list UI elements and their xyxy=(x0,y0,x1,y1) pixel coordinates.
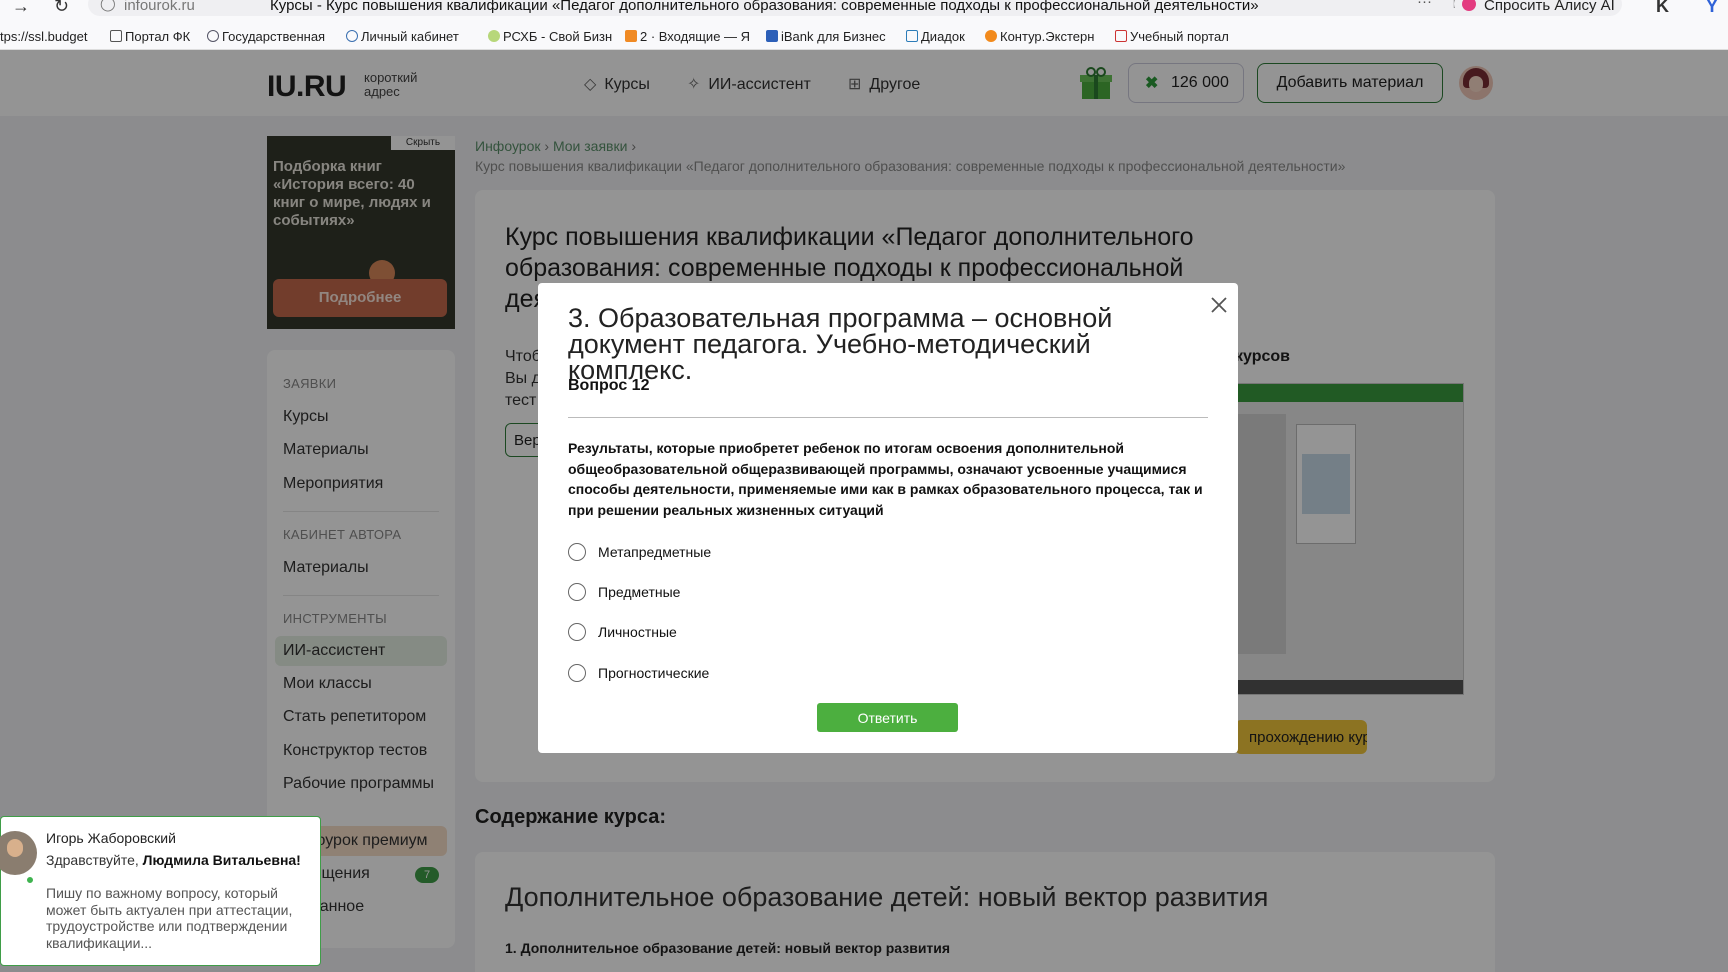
bookmark-item[interactable]: РСХБ - Свой Бизн xyxy=(488,29,612,44)
modal-title: 3. Образовательная программа – основной … xyxy=(568,303,1113,385)
question-text: Результаты, которые приобретет ребенок п… xyxy=(568,440,1203,518)
chat-sender-name: Игорь Жаборовский xyxy=(46,830,176,846)
chat-message: Пишу по важному вопросу, который может б… xyxy=(46,885,293,951)
diadoc-icon xyxy=(906,30,918,42)
answer-option-label: Личностные xyxy=(598,624,677,640)
submit-answer-button[interactable]: Ответить xyxy=(817,703,958,732)
chat-popup[interactable]: Игорь Жаборовский Здравствуйте, Людмила … xyxy=(0,816,321,966)
globe-icon xyxy=(346,30,358,42)
answer-option-label: Прогностические xyxy=(598,665,710,681)
kontur-icon xyxy=(985,30,997,42)
radio-button[interactable] xyxy=(568,583,586,601)
ibank-icon xyxy=(766,30,778,42)
page-icon xyxy=(110,30,122,42)
bookmark-item[interactable]: Личный кабинет xyxy=(346,29,459,44)
mail-icon xyxy=(625,30,637,42)
portal-icon xyxy=(1115,30,1127,42)
forward-icon[interactable]: → xyxy=(12,0,30,17)
alice-button[interactable]: Спросить Алису AI xyxy=(1454,0,1622,16)
answer-option-label: Предметные xyxy=(598,584,681,600)
radio-button[interactable] xyxy=(568,623,586,641)
alice-label: Спросить Алису AI xyxy=(1484,0,1615,14)
chat-greeting: Здравствуйте, Людмила Витальевна! xyxy=(46,852,301,868)
address-url: infourok.ru xyxy=(124,0,195,14)
answer-option-label: Метапредметные xyxy=(598,544,712,560)
divider xyxy=(568,417,1208,418)
kaspersky-icon[interactable]: K xyxy=(1656,0,1669,17)
close-icon[interactable] xyxy=(1207,293,1231,317)
radio-button[interactable] xyxy=(568,543,586,561)
bookmark-item[interactable]: Государственная xyxy=(207,29,325,44)
browser-toolbar: → ↻ ◯ infourok.ru Курсы - Курс повышения… xyxy=(0,0,1728,18)
bookmarks-bar: tps://ssl.budget Портал ФК Государственн… xyxy=(0,18,1728,50)
test-question-modal: 3. Образовательная программа – основной … xyxy=(538,283,1238,753)
bookmark-item[interactable]: Портал ФК xyxy=(110,29,190,44)
emblem-icon xyxy=(207,30,219,42)
question-number: Вопрос 12 xyxy=(568,377,650,394)
reload-icon[interactable]: ↻ xyxy=(54,0,69,17)
bookmark-item[interactable]: iBank для Бизнес xyxy=(766,29,886,44)
shield-icon: ◯ xyxy=(100,0,116,11)
rshb-icon xyxy=(488,30,500,42)
yandex-icon[interactable]: Y xyxy=(1706,0,1718,17)
bookmark-item[interactable]: tps://ssl.budget xyxy=(0,29,87,44)
more-icon[interactable]: ··· xyxy=(1417,0,1432,10)
bookmark-item[interactable]: 2 · Входящие — Я xyxy=(625,29,750,44)
radio-button[interactable] xyxy=(568,664,586,682)
bookmark-item[interactable]: Учебный портал xyxy=(1115,29,1229,44)
bookmark-item[interactable]: Диадок xyxy=(906,29,965,44)
bookmark-item[interactable]: Контур.Экстерн xyxy=(985,29,1094,44)
online-status-icon xyxy=(25,875,35,885)
page-title-text: Курсы - Курс повышения квалификации «Пед… xyxy=(270,0,1259,14)
address-bar[interactable]: ◯ infourok.ru Курсы - Курс повышения ква… xyxy=(88,0,1496,16)
sender-avatar xyxy=(0,831,37,875)
alice-icon xyxy=(1462,0,1476,11)
